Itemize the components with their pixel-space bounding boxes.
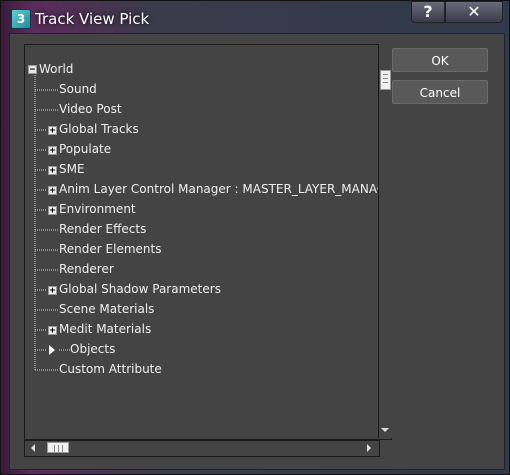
app-icon: 3 bbox=[11, 9, 31, 29]
expand-toggle-icon[interactable]: + bbox=[48, 166, 57, 176]
tree-item-renderer[interactable]: Renderer bbox=[59, 260, 114, 278]
window-title: Track View Pick bbox=[35, 10, 150, 28]
track-tree[interactable]: − World Sound Video Post + Global Tracks… bbox=[24, 44, 392, 440]
tree-item-anim-layer-control-manager[interactable]: Anim Layer Control Manager : MASTER_LAYE… bbox=[59, 180, 391, 198]
tree-item-scene-materials[interactable]: Scene Materials bbox=[59, 300, 154, 318]
close-icon: ✕ bbox=[467, 2, 481, 21]
expand-toggle-icon[interactable]: + bbox=[48, 286, 57, 296]
tree-item-sound[interactable]: Sound bbox=[59, 80, 97, 98]
dialog-client: − World Sound Video Post + Global Tracks… bbox=[9, 33, 505, 470]
expand-toggle-icon[interactable]: + bbox=[48, 126, 57, 136]
help-button[interactable]: ? bbox=[411, 1, 445, 23]
tree-item-sme[interactable]: SME bbox=[59, 160, 85, 178]
dialog-window: 3 Track View Pick ? ✕ − World Sound Vide… bbox=[0, 0, 510, 475]
vertical-scroll-thumb[interactable] bbox=[380, 70, 391, 90]
tree-item-render-elements[interactable]: Render Elements bbox=[59, 240, 161, 258]
expand-arrow-icon[interactable] bbox=[49, 345, 55, 355]
expand-toggle-icon[interactable]: + bbox=[48, 326, 57, 336]
vertical-scrollbar[interactable] bbox=[378, 44, 393, 438]
title-bar[interactable]: 3 Track View Pick ? ✕ bbox=[1, 1, 510, 37]
tree-item-environment[interactable]: Environment bbox=[59, 200, 136, 218]
tree-item-render-effects[interactable]: Render Effects bbox=[59, 220, 146, 238]
cancel-button[interactable]: Cancel bbox=[392, 80, 488, 104]
tree-item-video-post[interactable]: Video Post bbox=[59, 100, 122, 118]
close-button[interactable]: ✕ bbox=[445, 1, 503, 23]
tree-item-world[interactable]: World bbox=[39, 60, 73, 78]
tree-item-custom-attribute[interactable]: Custom Attribute bbox=[59, 360, 162, 378]
tree-item-global-tracks[interactable]: Global Tracks bbox=[59, 120, 139, 138]
scroll-down-icon[interactable] bbox=[381, 428, 389, 432]
expand-toggle-icon[interactable]: + bbox=[48, 146, 57, 156]
scroll-right-icon[interactable] bbox=[367, 444, 371, 452]
collapse-toggle-icon[interactable]: − bbox=[28, 65, 37, 75]
ok-button[interactable]: OK bbox=[392, 48, 488, 72]
horizontal-scroll-thumb[interactable] bbox=[47, 442, 69, 453]
expand-toggle-icon[interactable]: + bbox=[48, 206, 57, 216]
tree-item-objects[interactable]: Objects bbox=[70, 340, 115, 358]
scroll-left-icon[interactable] bbox=[31, 444, 35, 452]
tree-item-medit-materials[interactable]: Medit Materials bbox=[59, 320, 151, 338]
expand-toggle-icon[interactable]: + bbox=[48, 186, 57, 196]
tree-item-populate[interactable]: Populate bbox=[59, 140, 111, 158]
tree-item-global-shadow-parameters[interactable]: Global Shadow Parameters bbox=[59, 280, 221, 298]
horizontal-scrollbar[interactable] bbox=[24, 440, 380, 457]
